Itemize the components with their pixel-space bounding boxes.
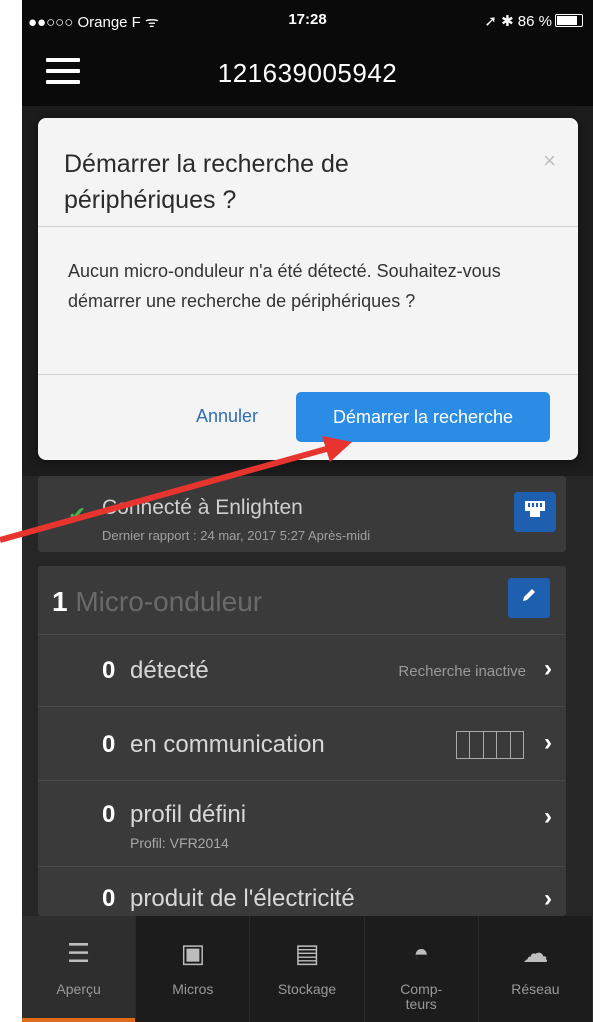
row-count: 0	[102, 885, 116, 912]
list-item[interactable]: 0 détecté Recherche inactive ›	[38, 634, 566, 707]
row-label: profil défini	[130, 801, 247, 828]
status-right: ➚ ✱ 86 %	[484, 12, 583, 30]
app-header: 121639005942	[22, 40, 593, 106]
search-dialog: Démarrer la recherche de périphériques ?…	[38, 118, 578, 460]
tab-label: Comp-teurs	[400, 981, 443, 1012]
last-report: Dernier rapport : 24 mar, 2017 5:27 Aprè…	[102, 528, 371, 543]
tab-apercu[interactable]: ☰ Aperçu	[22, 916, 137, 1022]
cloud-upload-icon: ☁	[522, 938, 549, 968]
start-search-button[interactable]: Démarrer la recherche	[296, 392, 550, 442]
tab-label: Micros	[172, 981, 214, 997]
micro-count: 1	[52, 586, 68, 617]
divider	[38, 374, 578, 375]
row-label: en communication	[130, 731, 325, 758]
search-status: Recherche inactive	[398, 663, 526, 680]
dialog-title: Démarrer la recherche de périphériques ?	[64, 150, 349, 214]
list-item[interactable]: 0 profil défini Profil: VFR2014 ›	[38, 780, 566, 867]
micro-card: 1 Micro-onduleur 0 détecté Recherche ina…	[38, 566, 566, 916]
cancel-button[interactable]: Annuler	[196, 406, 258, 427]
chevron-right-icon: ›	[544, 729, 552, 756]
tab-stockage[interactable]: ▤ Stockage	[250, 916, 365, 1022]
check-icon: ✔	[68, 502, 87, 527]
tab-label: Stockage	[277, 981, 337, 997]
dialog-message: Aucun micro-onduleur n'a été détecté. So…	[68, 261, 501, 311]
tab-label: Aperçu	[56, 981, 101, 997]
signal-gauge-icon	[456, 731, 524, 759]
list-item[interactable]: 0 produit de l'électricité ›	[38, 866, 566, 917]
page-title: 121639005942	[217, 58, 398, 88]
chevron-right-icon: ›	[544, 655, 552, 682]
tab-reseau[interactable]: ☁ Réseau	[479, 916, 593, 1022]
row-count: 0	[102, 657, 116, 684]
close-icon[interactable]: ×	[543, 148, 556, 174]
tab-micros[interactable]: ▣ Micros	[136, 916, 251, 1022]
tab-bar: ☰ Aperçu ▣ Micros ▤ Stockage ◓ Comp-teur…	[22, 916, 593, 1022]
row-count: 0	[102, 731, 116, 758]
micro-title: Micro-onduleur	[75, 586, 263, 617]
status-indicators: ➚ ✱ 86 %	[484, 13, 552, 30]
tab-label: Réseau	[511, 981, 560, 997]
list-item[interactable]: 0 en communication ›	[38, 706, 566, 781]
row-label: détecté	[130, 657, 209, 684]
row-label: produit de l'électricité	[130, 885, 355, 912]
micro-heading: 1 Micro-onduleur	[52, 586, 262, 618]
edit-icon[interactable]	[508, 578, 550, 618]
status-bar: ●●○○○ Orange F ᯤ 17:28 ➚ ✱ 86 %	[22, 0, 593, 40]
chevron-right-icon: ›	[544, 885, 552, 912]
profile-label: Profil: VFR2014	[130, 835, 229, 851]
list-icon: ☰	[66, 938, 91, 968]
connection-card: ✔ Connecté à Enlighten Dernier rapport :…	[38, 476, 566, 552]
tab-compteurs[interactable]: ◓ Comp-teurs	[365, 916, 479, 1022]
micro-icon: ▣	[180, 938, 206, 968]
phone-screen: ●●○○○ Orange F ᯤ 17:28 ➚ ✱ 86 % 12163900…	[22, 0, 593, 1022]
row-count: 0	[102, 801, 116, 828]
battery-icon: ▤	[294, 938, 320, 968]
meter-icon: ◓	[413, 938, 430, 968]
ethernet-icon[interactable]	[514, 492, 556, 532]
connection-label: Connecté à Enlighten	[102, 496, 303, 519]
chevron-right-icon: ›	[544, 803, 552, 830]
battery-icon	[555, 14, 583, 27]
divider	[38, 226, 578, 227]
